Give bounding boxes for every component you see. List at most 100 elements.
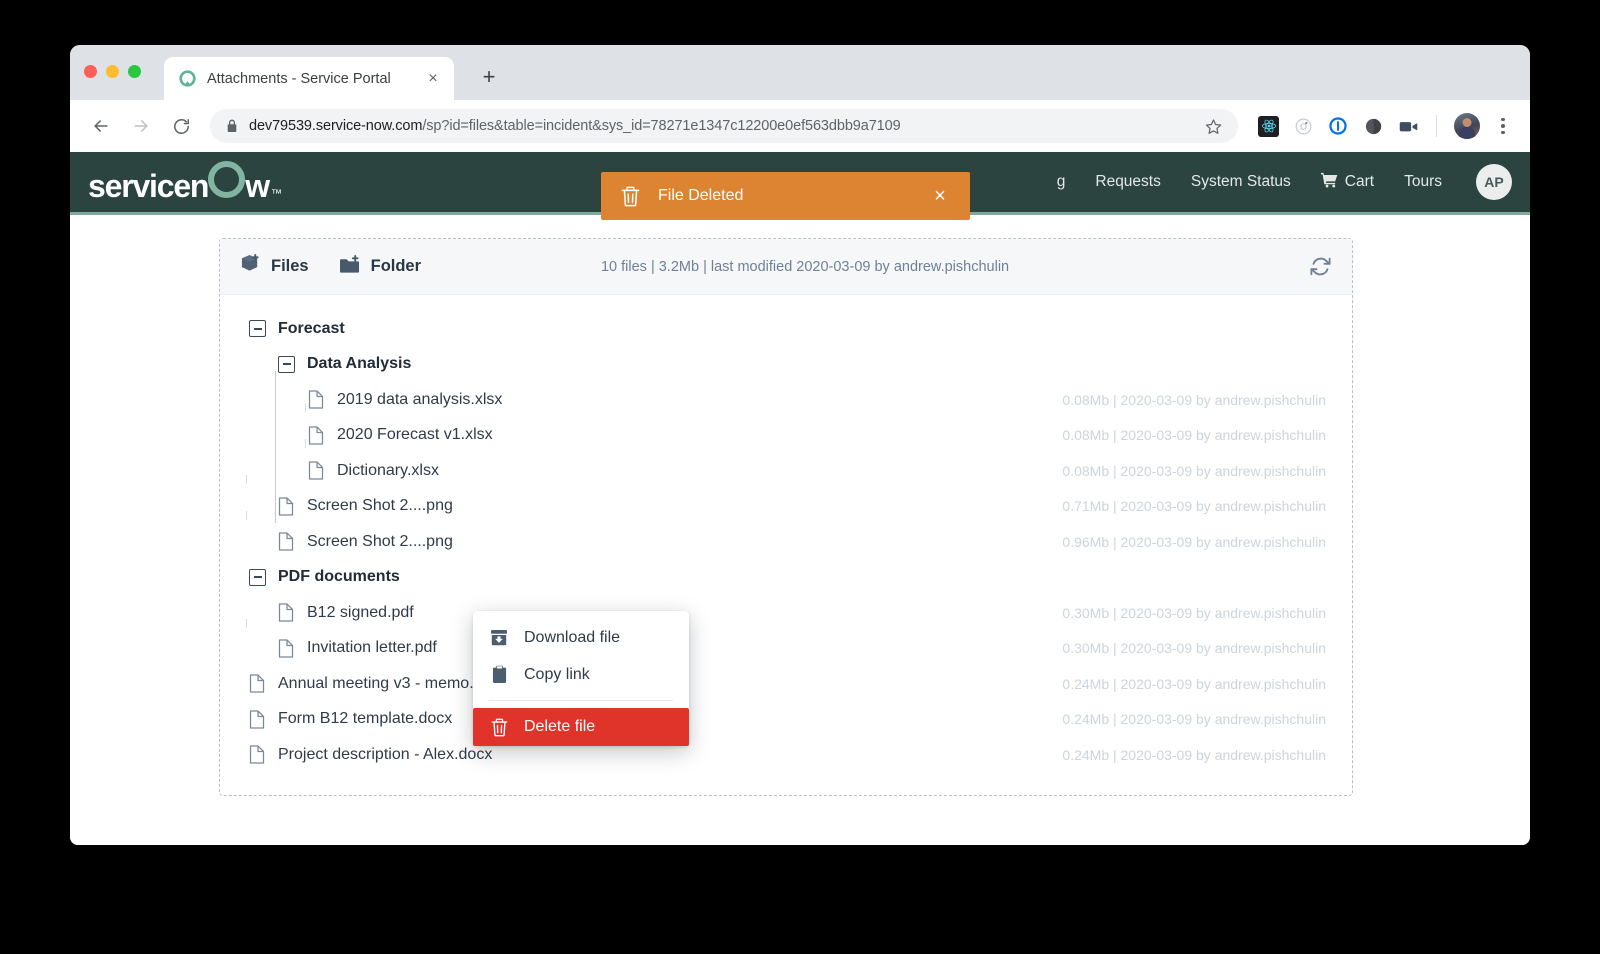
tree-item-meta: 0.08Mb | 2020-03-09 by andrew.pishchulin [1062, 427, 1332, 443]
window-traffic-lights [84, 65, 141, 78]
add-folder-icon [339, 255, 361, 279]
tree-row[interactable]: Data Analysis [240, 347, 1332, 383]
tree-row[interactable]: Invitation letter.pdf 0.30Mb | 2020-03-0… [240, 631, 1332, 667]
portal-nav: g Requests System Status [1057, 164, 1530, 200]
tree-item-meta: 0.24Mb | 2020-03-09 by andrew.pishchulin [1062, 676, 1332, 692]
servicenow-favicon [178, 70, 196, 88]
tree-item-label: Form B12 template.docx [278, 710, 452, 728]
tree-item-meta: 0.08Mb | 2020-03-09 by andrew.pishchulin [1062, 392, 1332, 408]
context-menu-item-download[interactable]: Download file [473, 619, 689, 656]
add-files-button[interactable]: Files [240, 254, 309, 279]
video-camera-icon[interactable] [1397, 115, 1419, 137]
tree-row[interactable]: 2019 data analysis.xlsx 0.08Mb | 2020-03… [240, 382, 1332, 418]
tree-item-label: Invitation letter.pdf [307, 639, 437, 657]
add-folder-button[interactable]: Folder [339, 255, 421, 279]
tab-title: Attachments - Service Portal [207, 71, 422, 87]
tree-item-label: 2019 data analysis.xlsx [337, 391, 502, 409]
tree-item-label: 2020 Forecast v1.xlsx [337, 426, 493, 444]
address-bar[interactable]: dev79539.service-now.com/sp?id=files&tab… [210, 109, 1238, 143]
context-menu-item-copy-link[interactable]: Copy link [473, 656, 689, 693]
tab-strip: Attachments - Service Portal × + [70, 45, 1530, 100]
lock-icon [226, 119, 238, 133]
file-icon [278, 497, 294, 516]
add-file-icon [240, 254, 261, 279]
download-icon [489, 629, 509, 647]
file-tree: Forecast Data Analysis [220, 295, 1352, 795]
tree-row[interactable]: Dictionary.xlsx 0.08Mb | 2020-03-09 by a… [240, 453, 1332, 489]
tree-row[interactable]: Annual meeting v3 - memo.docx 0.24Mb | 2… [240, 666, 1332, 702]
context-menu-item-label: Delete file [524, 718, 595, 736]
toast-notification: File Deleted × [601, 172, 970, 220]
context-menu-item-label: Copy link [524, 666, 590, 684]
close-icon[interactable]: × [928, 184, 952, 208]
maximize-window-button[interactable] [128, 65, 141, 78]
tree-row[interactable]: Forecast [240, 311, 1332, 347]
collapse-toggle-icon[interactable] [278, 356, 295, 373]
nav-item-tours[interactable]: Tours [1404, 173, 1442, 191]
refresh-icon[interactable] [1309, 255, 1332, 278]
tree-item-label: Data Analysis [307, 355, 411, 373]
tree-item-label: Screen Shot 2....png [307, 533, 453, 551]
forward-button[interactable] [124, 109, 158, 143]
bookmark-star-icon[interactable] [1200, 113, 1226, 139]
tree-item-meta: 0.24Mb | 2020-03-09 by andrew.pishchulin [1062, 747, 1332, 763]
browser-menu-button[interactable] [1490, 113, 1516, 139]
logo-trademark: ™ [271, 188, 281, 200]
context-menu-divider [489, 700, 673, 701]
tree-row[interactable]: Project description - Alex.docx 0.24Mb |… [240, 737, 1332, 773]
clipboard-icon [489, 665, 509, 684]
tree-item-meta: 0.71Mb | 2020-03-09 by andrew.pishchulin [1062, 498, 1332, 514]
url-host: dev79539.service-now.com [249, 118, 422, 134]
page-content: servicenw™ g Requests System Status [70, 152, 1530, 845]
tree-row[interactable]: B12 signed.pdf 0.30Mb | 2020-03-09 by an… [240, 595, 1332, 631]
cart-icon [1321, 172, 1338, 193]
react-devtools-icon[interactable] [1258, 116, 1279, 137]
tree-item-meta: 0.08Mb | 2020-03-09 by andrew.pishchulin [1062, 463, 1332, 479]
profile-avatar[interactable] [1454, 113, 1480, 139]
tree-row[interactable]: Screen Shot 2....png 0.71Mb | 2020-03-09… [240, 489, 1332, 525]
minimize-window-button[interactable] [106, 65, 119, 78]
new-tab-button[interactable]: + [476, 64, 502, 90]
tree-item-label: PDF documents [278, 568, 400, 586]
nav-item-catalog[interactable]: g [1057, 173, 1066, 191]
files-widget: Files Folder 10 files | 3.2Mb | last m [219, 238, 1353, 796]
trash-icon [489, 718, 509, 737]
user-avatar[interactable]: AP [1476, 164, 1512, 200]
browser-toolbar: dev79539.service-now.com/sp?id=files&tab… [70, 100, 1530, 152]
nav-item-label: System Status [1191, 173, 1291, 191]
nav-item-cart[interactable]: Cart [1321, 172, 1374, 193]
collapse-toggle-icon[interactable] [249, 320, 266, 337]
servicenow-logo[interactable]: servicenw™ [88, 160, 281, 205]
url-text: dev79539.service-now.com/sp?id=files&tab… [249, 118, 1200, 134]
close-window-button[interactable] [84, 65, 97, 78]
dark-circle-icon[interactable] [1362, 115, 1384, 137]
tree-item-meta: 0.30Mb | 2020-03-09 by andrew.pishchulin [1062, 605, 1332, 621]
tree-item-label: Project description - Alex.docx [278, 746, 492, 764]
tree-item-label: Forecast [278, 320, 345, 338]
context-menu-item-delete[interactable]: Delete file [473, 708, 689, 746]
tree-row[interactable]: 2020 Forecast v1.xlsx 0.08Mb | 2020-03-0… [240, 418, 1332, 454]
screen: Attachments - Service Portal × + [0, 0, 1600, 954]
toast-message: File Deleted [658, 187, 928, 205]
add-folder-label: Folder [371, 257, 421, 276]
tree-item-label: Screen Shot 2....png [307, 497, 453, 515]
reload-button[interactable] [164, 109, 198, 143]
extension-icons [1258, 113, 1480, 139]
files-toolbar: Files Folder 10 files | 3.2Mb | last m [220, 239, 1352, 295]
nav-item-label: Requests [1095, 173, 1160, 191]
tree-row[interactable]: PDF documents [240, 560, 1332, 596]
add-files-label: Files [271, 257, 309, 276]
nav-item-requests[interactable]: Requests [1095, 173, 1160, 191]
trash-icon [621, 186, 640, 207]
logo-text-1: servicen [88, 168, 208, 205]
nav-item-system-status[interactable]: System Status [1191, 173, 1291, 191]
tree-item-label: B12 signed.pdf [307, 604, 414, 622]
collapse-toggle-icon[interactable] [249, 569, 266, 586]
browser-tab[interactable]: Attachments - Service Portal × [164, 57, 454, 100]
tree-row[interactable]: Screen Shot 2....png 0.96Mb | 2020-03-09… [240, 524, 1332, 560]
close-icon[interactable]: × [422, 68, 444, 90]
target-icon[interactable] [1292, 115, 1314, 137]
tree-row[interactable]: Form B12 template.docx 0.24Mb | 2020-03-… [240, 702, 1332, 738]
back-button[interactable] [84, 109, 118, 143]
1password-icon[interactable] [1327, 115, 1349, 137]
